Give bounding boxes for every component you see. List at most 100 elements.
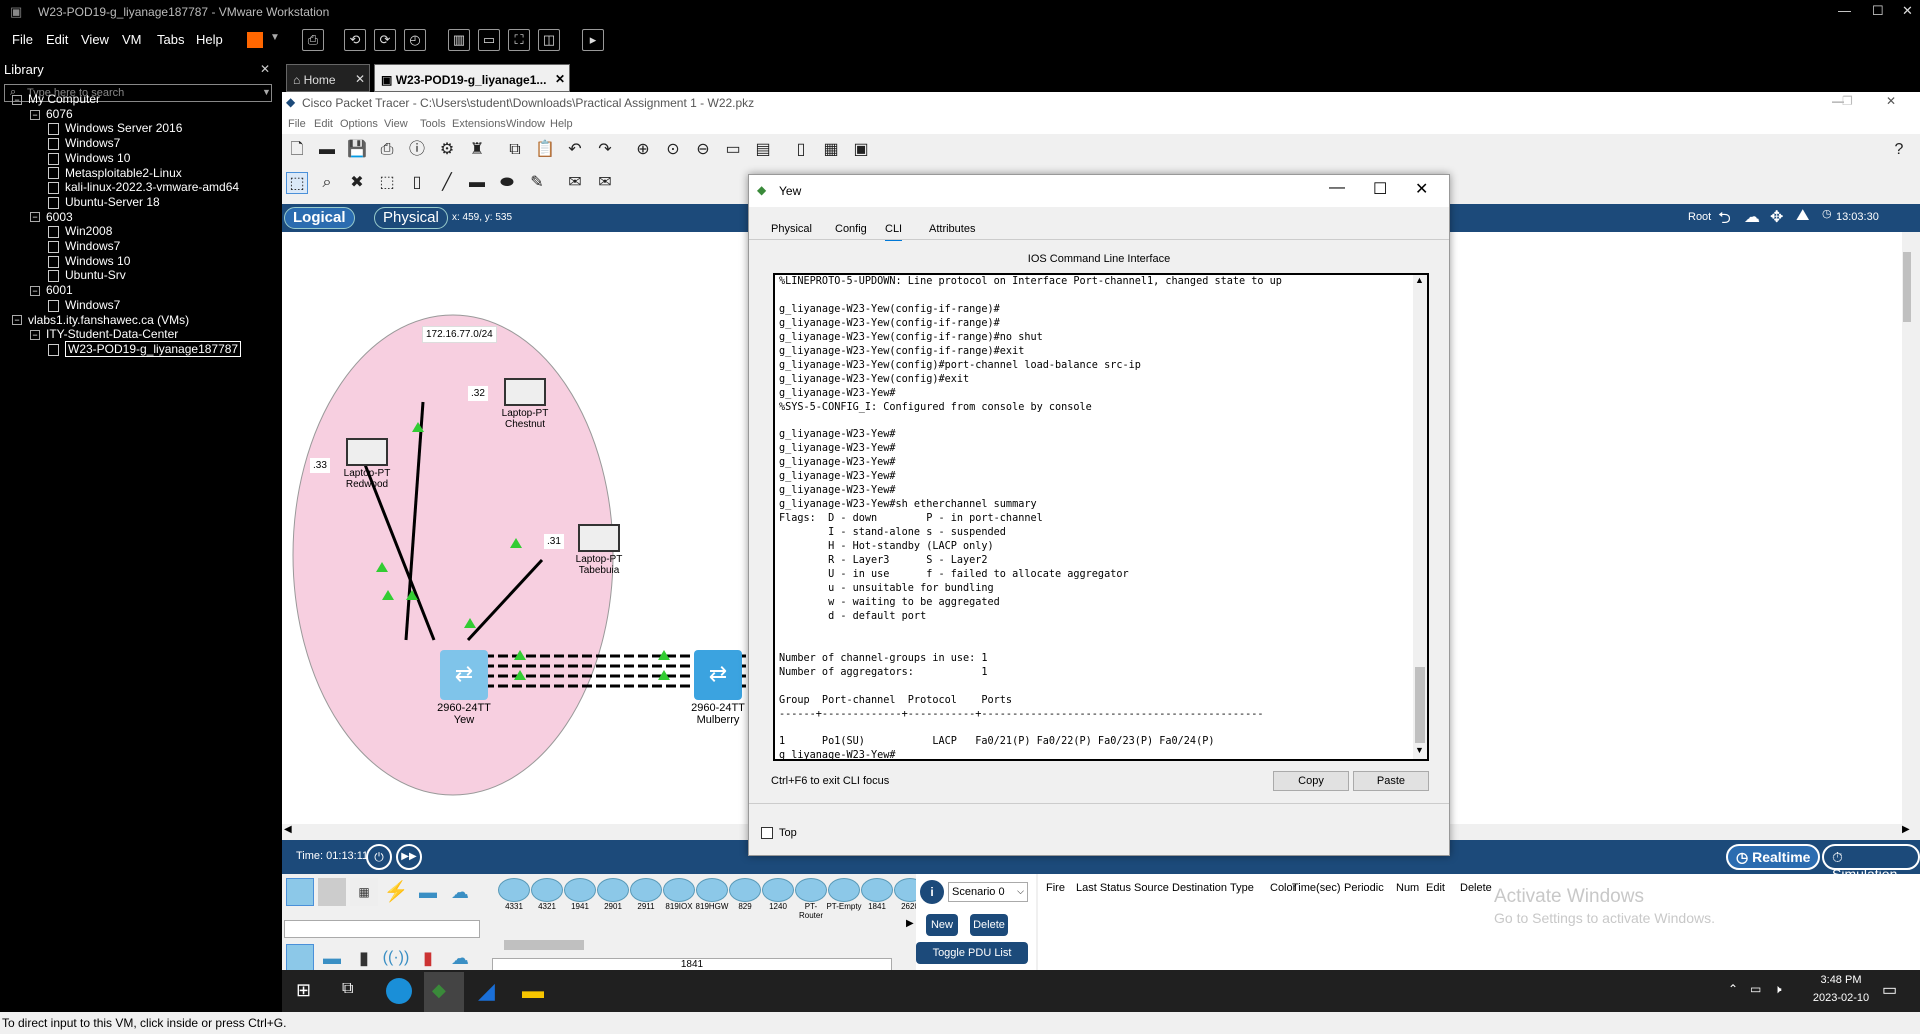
collapse-icon[interactable]: −: [12, 315, 22, 326]
snapshot-manager-icon[interactable]: ◴: [404, 29, 426, 51]
power-cycle-icon[interactable]: ⏻: [366, 844, 392, 870]
library-tree-item[interactable]: Windows7: [48, 298, 120, 312]
close-icon[interactable]: ✕: [1902, 3, 1913, 19]
library-tree-item[interactable]: − My Computer: [12, 92, 100, 106]
physical-view-button[interactable]: Physical: [374, 207, 448, 229]
menu-view[interactable]: View: [81, 32, 109, 47]
back-icon[interactable]: ⮌: [1718, 207, 1731, 234]
scroll-down-icon[interactable]: ▼: [1415, 745, 1424, 755]
rectangle-icon[interactable]: ▬: [466, 172, 488, 194]
pt-menu-tools[interactable]: Tools: [420, 118, 446, 130]
power-icon[interactable]: [247, 32, 263, 48]
library-tree-item[interactable]: Windows7: [48, 239, 120, 253]
fullscreen-icon[interactable]: ⛶: [508, 29, 530, 51]
windows-start-icon[interactable]: ⊞: [296, 980, 311, 1001]
resize-icon[interactable]: ⬚: [376, 172, 398, 194]
laptop-icon[interactable]: [578, 524, 620, 552]
library-tree-item[interactable]: kali-linux-2022.3-vmware-amd64: [48, 180, 239, 194]
pt-menu-file[interactable]: File: [288, 118, 306, 130]
collapse-icon[interactable]: −: [30, 212, 40, 223]
menu-tabs[interactable]: Tabs: [157, 32, 184, 47]
library-tree-item[interactable]: Windows 10: [48, 151, 130, 165]
taskbar-date[interactable]: 2023-02-10: [1806, 992, 1876, 1004]
task-view-icon[interactable]: ⧉: [342, 980, 353, 998]
end-devices-icon[interactable]: [318, 878, 346, 906]
laptop-icon[interactable]: [504, 378, 546, 406]
minimize-icon[interactable]: —: [1838, 3, 1851, 18]
console-icon[interactable]: ▸: [582, 29, 604, 51]
scroll-up-icon[interactable]: ▲: [1415, 275, 1424, 285]
close-icon[interactable]: ✕: [1886, 94, 1896, 108]
library-tree-item[interactable]: W23-POD19-g_liyanage187787: [48, 340, 242, 357]
volume-icon[interactable]: 🕨: [1774, 982, 1782, 997]
security-icon[interactable]: ▮: [414, 944, 442, 972]
router-model-item[interactable]: 829: [727, 878, 763, 912]
tab-attributes[interactable]: Attributes: [929, 223, 975, 235]
scenario-select[interactable]: Scenario 0 ⌵: [948, 882, 1028, 902]
menu-edit[interactable]: Edit: [46, 32, 68, 47]
drawing-palette-icon[interactable]: ▭: [722, 139, 744, 161]
close-icon[interactable]: ✕: [1415, 179, 1428, 199]
pt-menu-extensions[interactable]: Extensions: [452, 118, 506, 130]
scroll-right-icon[interactable]: ▶: [1902, 824, 1910, 835]
scroll-left-icon[interactable]: ◀: [284, 824, 292, 835]
router-model-item[interactable]: PT-Router: [793, 878, 829, 920]
switch-icon[interactable]: ⇄: [694, 650, 742, 700]
pt-menu-options[interactable]: Options: [340, 118, 378, 130]
send-keys-icon[interactable]: ⎙: [302, 29, 324, 51]
device-label-mulberry[interactable]: 2960-24TT Mulberry: [680, 702, 756, 726]
revert-snapshot-icon[interactable]: ⟳: [374, 29, 396, 51]
library-tree-item[interactable]: Windows 10: [48, 254, 130, 268]
router-model-item[interactable]: 2911: [628, 878, 664, 912]
line-icon[interactable]: ╱: [436, 172, 458, 194]
library-tree-item[interactable]: −6003: [30, 210, 73, 224]
menu-file[interactable]: File: [12, 32, 33, 47]
router-model-item[interactable]: 819IOX: [661, 878, 697, 912]
wireshark-icon[interactable]: ◢: [478, 978, 495, 1004]
library-tree-item[interactable]: − vlabs1.ity.fanshawec.ca (VMs): [12, 313, 189, 327]
router-model-item[interactable]: 4331: [496, 878, 532, 912]
close-tab-icon[interactable]: ✕: [355, 72, 365, 86]
library-tree-item[interactable]: −6076: [30, 107, 73, 121]
library-tree-item[interactable]: −6001: [30, 283, 73, 297]
fast-forward-icon[interactable]: ▶▶: [396, 844, 422, 870]
simulation-button[interactable]: ⏱ Simulation: [1822, 844, 1920, 882]
inspect-icon[interactable]: ⌕: [316, 172, 338, 194]
pt-menu-view[interactable]: View: [384, 118, 408, 130]
cli-terminal[interactable]: %LINEPROTO-5-UPDOWN: Line protocol on In…: [773, 273, 1429, 761]
top-checkbox[interactable]: [761, 827, 773, 839]
zoom-reset-icon[interactable]: ⊙: [662, 139, 684, 161]
collapse-icon[interactable]: −: [30, 285, 40, 296]
new-file-icon[interactable]: 🗋: [286, 139, 308, 161]
network-devices-icon[interactable]: [286, 878, 314, 906]
paste-button[interactable]: Paste: [1353, 771, 1429, 791]
network-icon[interactable]: ▭: [1750, 982, 1761, 996]
info-icon[interactable]: i: [920, 880, 944, 904]
library-tree-item[interactable]: Windows Server 2016: [48, 121, 182, 135]
device-label-yew[interactable]: 2960-24TT Yew: [426, 702, 502, 726]
copy-icon[interactable]: ⧉: [504, 139, 526, 161]
delete-scenario-button[interactable]: Delete: [970, 914, 1008, 936]
chevron-right-icon[interactable]: ▶: [906, 918, 914, 929]
library-tree-item[interactable]: Ubuntu-Server 18: [48, 195, 160, 209]
copy-button[interactable]: Copy: [1273, 771, 1349, 791]
save-icon[interactable]: 💾: [346, 139, 368, 161]
components-icon[interactable]: ▦: [350, 878, 378, 906]
tab-vm[interactable]: ▣ W23-POD19-g_liyanage1... ✕: [374, 64, 570, 92]
maximize-icon[interactable]: ☐: [1872, 3, 1884, 19]
background-icon[interactable]: ⛰: [1796, 207, 1809, 225]
device-label-tabebuia[interactable]: Laptop-PT Tabebuia: [562, 554, 636, 576]
router-model-item[interactable]: 4321: [529, 878, 565, 912]
connections-icon[interactable]: ⚡: [382, 878, 410, 906]
close-tab-icon[interactable]: ✕: [555, 72, 565, 86]
collapse-icon[interactable]: −: [30, 109, 40, 120]
chevron-down-icon[interactable]: ▼: [262, 87, 271, 97]
tab-physical[interactable]: Physical: [771, 223, 812, 235]
router-model-item[interactable]: 2901: [595, 878, 631, 912]
snapshot-icon[interactable]: ⟲: [344, 29, 366, 51]
cloud-icon[interactable]: ☁: [1744, 207, 1760, 227]
new-scenario-button[interactable]: New: [926, 914, 958, 936]
minimize-icon[interactable]: —: [1329, 179, 1345, 197]
freeform-icon[interactable]: ✎: [526, 172, 548, 194]
device-dialog-icon[interactable]: ▦: [820, 139, 842, 161]
